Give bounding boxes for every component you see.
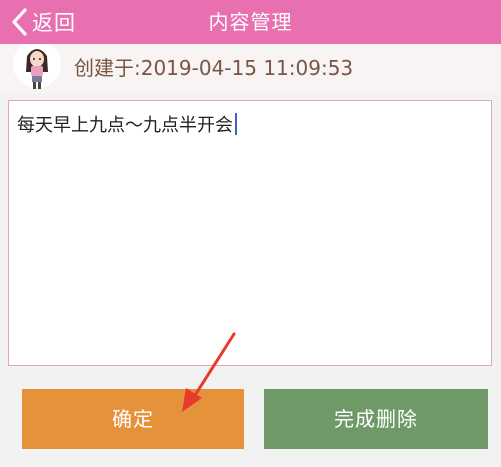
avatar <box>12 40 62 90</box>
navigation-bar: 返回 内容管理 <box>0 0 501 44</box>
text-cursor <box>235 113 237 135</box>
page-title: 内容管理 <box>208 10 293 34</box>
complete-delete-button[interactable]: 完成删除 <box>264 389 488 449</box>
content-textarea[interactable]: 每天早上九点～九点半开会 <box>8 100 492 366</box>
confirm-button[interactable]: 确定 <box>22 389 244 449</box>
created-timestamp: 创建于:2019-04-15 11:09:53 <box>74 56 354 80</box>
content-text: 每天早上九点～九点半开会 <box>17 115 233 136</box>
